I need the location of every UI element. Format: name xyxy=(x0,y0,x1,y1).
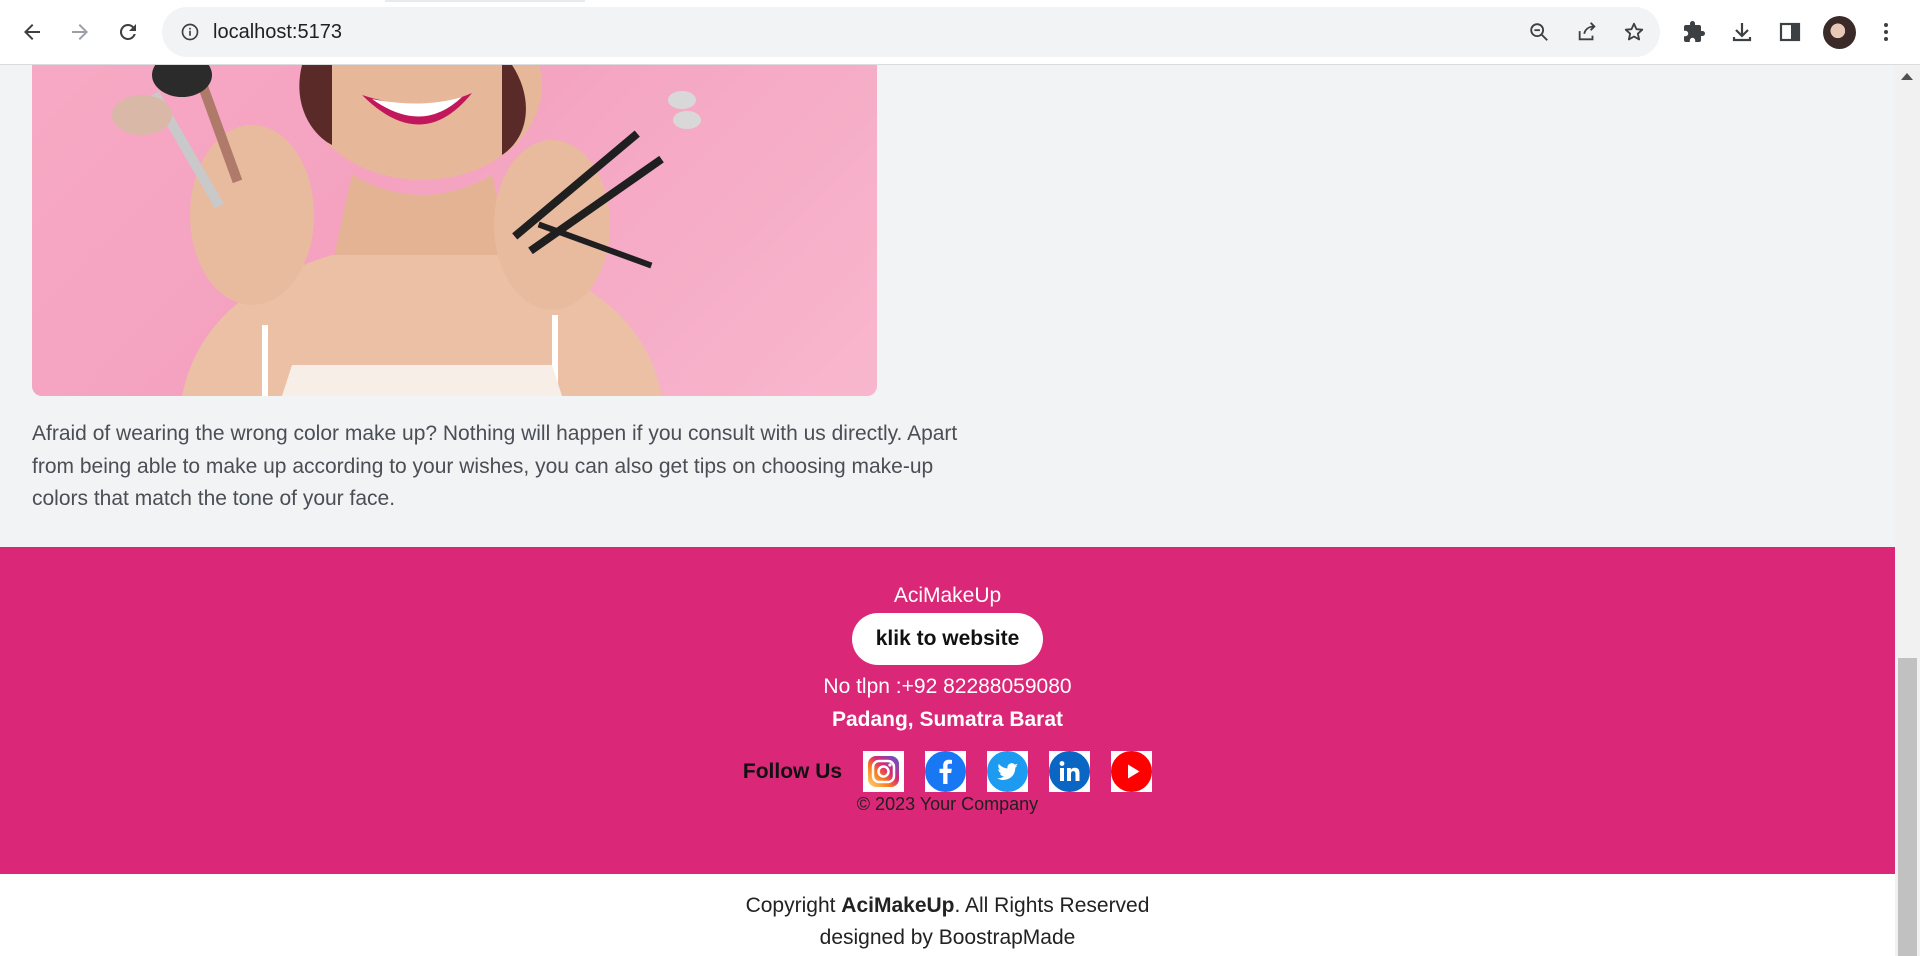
forward-button[interactable] xyxy=(64,16,96,48)
page-viewport: Afraid of wearing the wrong color make u… xyxy=(0,65,1895,956)
tab-indicator xyxy=(385,0,585,2)
follow-us-label: Follow Us xyxy=(742,759,843,783)
url-text[interactable]: localhost:5173 xyxy=(213,21,342,44)
address: Padang, Sumatra Barat xyxy=(831,708,1064,731)
copyright-suffix: . All Rights Reserved xyxy=(954,894,1150,917)
makeup-model-image xyxy=(32,65,877,396)
visit-website-button[interactable]: klik to website xyxy=(852,613,1043,665)
twitter-icon[interactable] xyxy=(987,751,1029,792)
copyright-prefix: Copyright xyxy=(745,894,842,917)
footer-brand: AciMakeUp xyxy=(893,584,1002,607)
more-menu-icon[interactable] xyxy=(1872,18,1900,46)
facebook-icon[interactable] xyxy=(925,751,967,792)
arrow-right-icon xyxy=(72,24,88,40)
address-bar[interactable]: localhost:5173 xyxy=(162,7,1660,57)
bottom-bar: Copyright AciMakeUp. All Rights Reserved… xyxy=(0,874,1895,956)
phone-number: No tlpn :+92 82288059080 xyxy=(823,675,1072,698)
scroll-thumb[interactable] xyxy=(1898,658,1917,956)
info-icon[interactable] xyxy=(180,22,200,42)
share-icon[interactable] xyxy=(1575,20,1599,44)
youtube-icon[interactable] xyxy=(1111,751,1153,792)
service-description: Afraid of wearing the wrong color make u… xyxy=(32,422,958,510)
designed-by: designed by BoostrapMade xyxy=(819,926,1076,949)
copyright-brand: AciMakeUp xyxy=(841,894,955,917)
profile-avatar[interactable] xyxy=(1823,16,1856,49)
extensions-icon[interactable] xyxy=(1680,18,1708,46)
side-panel-icon[interactable] xyxy=(1776,18,1804,46)
back-button[interactable] xyxy=(16,16,48,48)
copyright-line: Copyright AciMakeUp. All Rights Reserved xyxy=(0,894,1895,918)
star-icon[interactable] xyxy=(1622,20,1646,44)
vertical-scrollbar[interactable] xyxy=(1895,65,1920,956)
zoom-icon[interactable] xyxy=(1527,20,1551,44)
linkedin-icon[interactable] xyxy=(1049,751,1091,792)
instagram-icon[interactable] xyxy=(863,751,905,792)
reload-button[interactable] xyxy=(112,16,144,48)
reload-icon xyxy=(119,23,136,40)
footer-copyright: © 2023 Your Company xyxy=(856,794,1039,814)
browser-toolbar: localhost:5173 xyxy=(0,0,1920,65)
arrow-left-icon xyxy=(24,24,40,40)
social-links: Follow Us xyxy=(0,751,1895,792)
site-footer: AciMakeUp klik to website No tlpn :+92 8… xyxy=(0,547,1895,874)
download-icon[interactable] xyxy=(1728,18,1756,46)
scroll-up-arrow-icon[interactable] xyxy=(1901,73,1913,80)
